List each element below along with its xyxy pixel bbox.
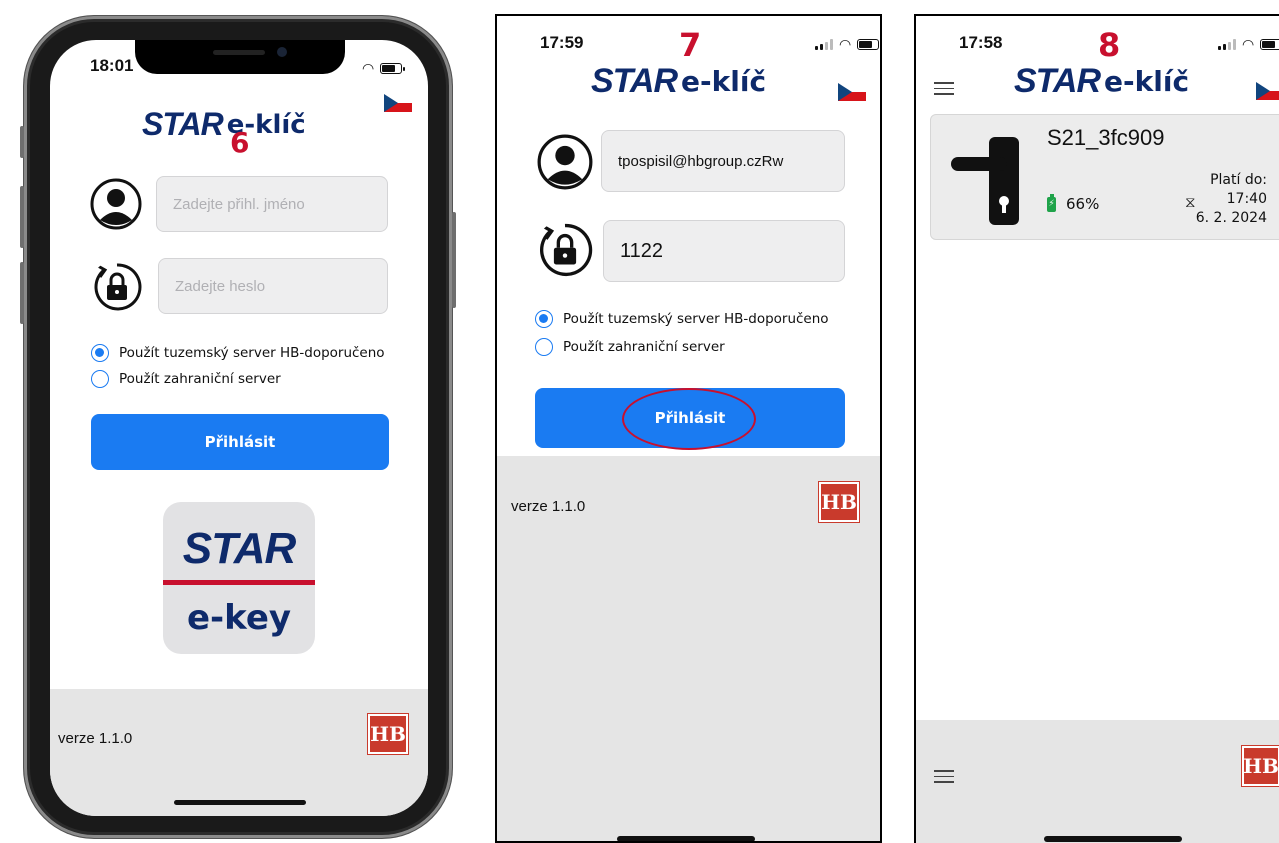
radio-checked-icon[interactable]	[535, 310, 553, 328]
mute-switch	[20, 126, 24, 158]
signal-icon	[815, 39, 833, 50]
version-label: verze 1.1.0	[511, 498, 586, 515]
volume-down-button	[20, 262, 24, 324]
home-indicator	[174, 800, 306, 805]
status-time: 17:58	[959, 33, 1003, 52]
lock-list-screen: 17:58 ◠ 8 STAR e-klíč S21_3fc909 66% ⧖ P…	[914, 14, 1279, 843]
flag-cz-icon[interactable]	[838, 83, 866, 101]
power-button	[452, 212, 456, 308]
status-icons: ◠	[1218, 36, 1279, 53]
radio-domestic-server[interactable]: Použít tuzemský server HB-doporučeno	[535, 310, 829, 328]
app-logo: STAR e-klíč	[1014, 62, 1190, 100]
home-indicator	[617, 836, 755, 841]
valid-until: Platí do: 17:40 6. 2. 2024	[1195, 172, 1267, 226]
notch	[135, 40, 345, 74]
radio-foreign-server[interactable]: Použít zahraniční server	[91, 370, 281, 388]
lock-refresh-icon	[540, 223, 593, 277]
radio-checked-icon[interactable]	[91, 344, 109, 362]
battery-icon	[857, 39, 880, 50]
status-icons: ◠	[362, 60, 406, 77]
app-logo: STAR e-klíč	[591, 62, 767, 100]
username-input[interactable]: Zadejte přihl. jméno	[156, 176, 388, 232]
battery-level: 66%	[1047, 193, 1099, 213]
footer	[916, 720, 1279, 843]
login-screen-filled: 17:59 ◠ 7 STAR e-klíč tpospisil@hbgroup.…	[495, 14, 882, 843]
hamburger-icon[interactable]	[934, 82, 954, 99]
volume-up-button	[20, 186, 24, 248]
app-icon-tile: STAR e-key	[163, 502, 315, 654]
step-number: 6	[230, 126, 250, 159]
login-screen-empty: 18:01 ◠ STAR e-klíč 6 Zadejte přihl. jmé…	[50, 40, 428, 816]
lock-name: S21_3fc909	[1047, 125, 1165, 150]
step-number: 8	[1098, 26, 1121, 64]
battery-icon	[380, 63, 406, 74]
app-logo: STAR e-klíč	[142, 106, 306, 142]
hamburger-icon[interactable]	[934, 770, 954, 787]
password-input[interactable]: Zadejte heslo	[158, 258, 388, 314]
highlight-ring	[622, 388, 756, 450]
door-handle-icon	[951, 137, 1019, 225]
hb-logo-icon: HB	[1241, 745, 1279, 787]
hb-logo-icon: HB	[818, 481, 860, 523]
battery-icon	[1047, 193, 1056, 212]
status-icons: ◠	[815, 36, 880, 53]
wifi-icon: ◠	[362, 60, 375, 76]
battery-icon	[1260, 39, 1279, 50]
wifi-icon: ◠	[1242, 36, 1255, 52]
radio-unchecked-icon[interactable]	[535, 338, 553, 356]
status-time: 18:01	[90, 56, 134, 75]
lock-card[interactable]: S21_3fc909 66% ⧖ Platí do: 17:40 6. 2. 2…	[930, 114, 1279, 240]
version-label: verze 1.1.0	[58, 730, 133, 747]
user-icon	[537, 134, 593, 190]
flag-cz-icon[interactable]	[1256, 82, 1279, 100]
flag-cz-icon[interactable]	[384, 94, 412, 112]
signal-icon	[1218, 39, 1236, 50]
lock-refresh-icon	[94, 263, 142, 311]
login-button[interactable]: Přihlásit	[91, 414, 389, 470]
password-input[interactable]: 1122	[603, 220, 845, 282]
status-time: 17:59	[540, 33, 584, 52]
radio-foreign-server[interactable]: Použít zahraniční server	[535, 338, 725, 356]
user-icon	[90, 178, 142, 230]
home-indicator	[1044, 836, 1182, 842]
wifi-icon: ◠	[839, 36, 852, 52]
hb-logo-icon: HB	[367, 713, 409, 755]
radio-domestic-server[interactable]: Použít tuzemský server HB-doporučeno	[91, 344, 385, 362]
radio-unchecked-icon[interactable]	[91, 370, 109, 388]
username-input[interactable]: tpospisil@hbgroup.czRw	[601, 130, 845, 192]
step-number: 7	[679, 26, 702, 64]
